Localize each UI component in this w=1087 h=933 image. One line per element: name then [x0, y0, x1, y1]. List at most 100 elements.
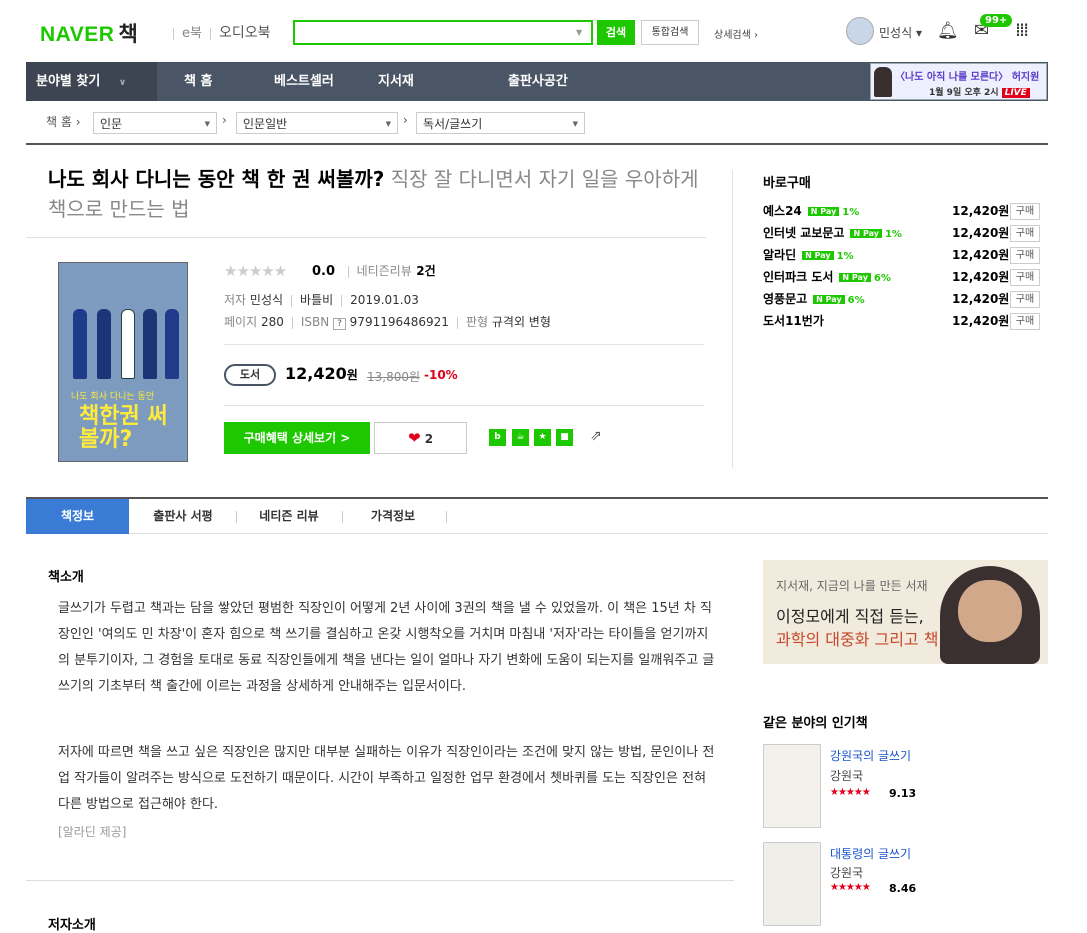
publish-date: 2019.01.03: [350, 293, 419, 307]
naver-book-logo[interactable]: NAVER 책: [40, 18, 138, 48]
popular-book-stars: ★★★★★: [830, 882, 871, 893]
nav-book-home[interactable]: 책 홈: [184, 62, 212, 101]
search-input[interactable]: [293, 20, 593, 45]
store-name[interactable]: 도서11번가: [763, 312, 824, 329]
breadcrumb-select-3[interactable]: 독서/글쓰기 ▼: [416, 112, 585, 134]
tab-book-info[interactable]: 책정보: [26, 499, 129, 534]
purchase-benefit-button[interactable]: 구매혜택 상세보기 >: [224, 422, 370, 454]
store-buy-button[interactable]: 구매: [1010, 247, 1040, 264]
apps-grid-icon[interactable]: ⁞⁞⁞: [1015, 19, 1029, 41]
popular-book-cover[interactable]: [763, 744, 821, 828]
npay-badge: N Pay: [850, 229, 882, 238]
nav-jiseojae[interactable]: 지서재: [378, 62, 414, 101]
nav-publisher[interactable]: 출판사공간: [508, 62, 568, 101]
like-button[interactable]: ❤ 2: [374, 422, 467, 454]
store-name[interactable]: 알라딘 N Pay 1%: [763, 246, 854, 263]
live-event-banner[interactable]: 〈나도 아직 나를 모른다〉 허지원 1월 9일 오후 2시 LIVE: [870, 63, 1047, 100]
store-buy-button[interactable]: 구매: [1010, 203, 1040, 220]
cafe-share-icon[interactable]: ☕︎: [512, 429, 529, 446]
category-menu[interactable]: 분야별 찾기 ∨: [26, 62, 157, 101]
ad-time-text: 1월 9일 오후 2시: [929, 88, 999, 98]
user-menu[interactable]: 민성식 ▾: [879, 24, 922, 41]
breadcrumb-level1: 인문: [100, 117, 123, 131]
popular-book-title[interactable]: 대통령의 글쓰기: [830, 845, 911, 862]
logo-naver: NAVER: [40, 23, 115, 46]
bookmark-share-icon[interactable]: ★: [534, 429, 551, 446]
total-search-button[interactable]: 통합검색: [641, 20, 699, 45]
review-label: 네티즌리뷰: [356, 264, 412, 278]
breadcrumb-level2: 인문일반: [243, 117, 288, 131]
sale-price-value: 12,420: [285, 364, 347, 383]
npay-badge: N Pay: [839, 273, 871, 282]
popular-book-score: 9.13: [889, 787, 917, 800]
share-icon[interactable]: ⇗: [590, 428, 602, 444]
nav-bestseller[interactable]: 베스트셀러: [274, 62, 334, 101]
breadcrumb-home[interactable]: 책 홈 ›: [46, 113, 81, 130]
store-name-label: 예스24: [763, 204, 802, 218]
tab-publisher-review[interactable]: 출판사 서평: [136, 499, 230, 534]
tab-user-review[interactable]: 네티즌 리뷰: [242, 499, 336, 534]
book-cover[interactable]: 나도 회사 다니는 동안 책한권 써볼까?: [58, 262, 188, 462]
popular-book-score: 8.46: [889, 882, 917, 895]
store-buy-button[interactable]: 구매: [1010, 269, 1040, 286]
intro-paragraph: 저자에 따르면 책을 쓰고 싶은 직장인은 많지만 대부분 실패하는 이유가 직…: [58, 745, 715, 812]
store-name[interactable]: 인터넷 교보문고 N Pay 1%: [763, 224, 902, 241]
ebook-link[interactable]: e북 오디오북: [165, 22, 271, 42]
live-badge: LIVE: [1001, 88, 1030, 98]
author-link[interactable]: 민성식: [250, 293, 283, 307]
memo-share-icon[interactable]: ■: [556, 429, 573, 446]
popular-book-cover[interactable]: [763, 842, 821, 926]
rating-value: 0.0 네티즌리뷰 2건: [312, 262, 436, 279]
breadcrumb-select-1[interactable]: 인문 ▼: [93, 112, 217, 134]
cover-figure: [143, 309, 157, 379]
isbn-help-icon[interactable]: ?: [333, 318, 346, 330]
rating-score: 0.0: [312, 264, 336, 279]
npay-percent: 1%: [884, 229, 902, 240]
bell-icon[interactable]: 🔔︎: [937, 21, 959, 41]
store-price: 12,420원: [952, 248, 1010, 262]
breadcrumb-select-2[interactable]: 인문일반 ▼: [236, 112, 398, 134]
popular-book-title[interactable]: 강원국의 글쓰기: [830, 747, 911, 764]
popular-heading: 같은 분야의 인기책: [763, 716, 868, 731]
store-name[interactable]: 영풍문고 N Pay 6%: [763, 290, 865, 307]
review-count[interactable]: 2건: [416, 264, 435, 278]
audiobook-link[interactable]: 오디오북: [219, 25, 271, 41]
store-name-label: 인터파크 도서: [763, 270, 834, 284]
store-buy-button[interactable]: 구매: [1010, 291, 1040, 308]
banner-line3: 과학의 대중화 그리고 책: [776, 630, 939, 649]
blog-share-icon[interactable]: b: [489, 429, 506, 446]
store-price: 12,420원: [952, 314, 1010, 328]
publisher-link[interactable]: 바틀비: [300, 293, 333, 307]
jiseojae-banner[interactable]: 지서재, 지금의 나를 만든 서재 이정모에게 직접 듣는, 과학의 대중화 그…: [763, 560, 1048, 664]
isbn-value: 9791196486921: [349, 315, 449, 329]
store-name[interactable]: 인터파크 도서 N Pay 6%: [763, 268, 891, 285]
popular-book-author: 강원국: [830, 769, 864, 783]
divider: [26, 880, 734, 881]
npay-badge: N Pay: [813, 295, 845, 304]
npay-percent: 6%: [873, 273, 891, 284]
store-price: 12,420원: [952, 292, 1010, 306]
ad-title: 〈나도 아직 나를 모른다〉 허지원: [895, 72, 1040, 83]
tab-price-info[interactable]: 가격정보: [348, 499, 438, 534]
search-button[interactable]: 검색: [597, 20, 635, 45]
divider: [732, 170, 733, 468]
avatar[interactable]: [846, 17, 874, 45]
category-menu-label: 분야별 찾기: [36, 74, 101, 89]
npay-percent: 1%: [842, 207, 860, 218]
breadcrumb-home-label: 책 홈: [46, 115, 72, 129]
mail-count-badge: 99+: [980, 14, 1013, 27]
heart-icon: ❤: [407, 429, 421, 447]
banner-line1: 지서재, 지금의 나를 만든 서재: [776, 579, 928, 593]
isbn-label: ISBN: [300, 315, 330, 329]
purchase-heading: 바로구매: [763, 176, 811, 191]
store-buy-button[interactable]: 구매: [1010, 225, 1040, 242]
advanced-search-link[interactable]: 상세검색 ›: [714, 26, 758, 41]
cover-subtitle: 나도 회사 다니는 동안: [71, 392, 155, 402]
store-name[interactable]: 예스24 N Pay 1%: [763, 202, 859, 219]
intro-source: [알라딘 제공]: [58, 825, 127, 839]
logo-book: 책: [118, 23, 139, 46]
store-buy-button[interactable]: 구매: [1010, 313, 1040, 330]
pages-value: 280: [260, 315, 284, 329]
search-dropdown-icon[interactable]: ▼: [576, 28, 582, 37]
content-tabs: 책정보 출판사 서평 네티즌 리뷰 가격정보: [26, 497, 1048, 534]
